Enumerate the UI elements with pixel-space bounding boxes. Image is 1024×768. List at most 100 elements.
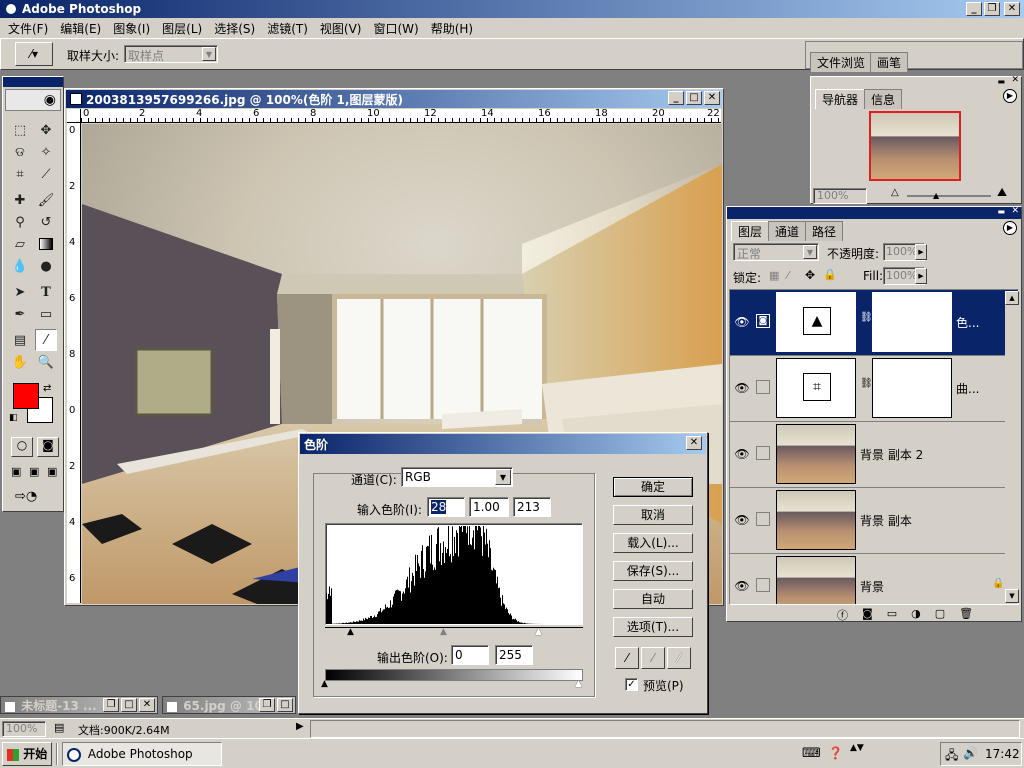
- sample-size-select[interactable]: 取样点 ▼: [124, 45, 218, 63]
- screen-mode-standard-icon[interactable]: ▣: [11, 465, 21, 478]
- eyedropper-tool-preset[interactable]: ⁄▾: [15, 42, 53, 66]
- menu-image[interactable]: 图象(I): [107, 18, 156, 39]
- start-button[interactable]: 开始: [2, 742, 52, 766]
- preview-checkbox[interactable]: ✓: [625, 678, 638, 691]
- layer-row-background-copy[interactable]: 👁 背景 副本: [730, 488, 1018, 554]
- navigator-preview[interactable]: [869, 111, 961, 181]
- jump-to-imageready-icon[interactable]: ⇨◔: [15, 489, 37, 504]
- lasso-tool-icon[interactable]: ଡ: [9, 141, 31, 163]
- layer-link-cell[interactable]: [756, 446, 770, 460]
- minimized-doc-untitled[interactable]: 未标题-13 ... ❐ □ ✕: [0, 696, 158, 714]
- navigator-minimize-icon[interactable]: ▬: [997, 77, 1005, 86]
- shape-tool-icon[interactable]: ▭: [35, 303, 57, 325]
- tab-brushes[interactable]: 画笔: [870, 52, 909, 72]
- white-eyedropper-button[interactable]: ⁄: [667, 647, 691, 669]
- auto-button[interactable]: 自动: [613, 589, 693, 609]
- output-white-slider[interactable]: ▲: [575, 679, 582, 689]
- layer-style-icon[interactable]: ⓕ: [837, 607, 848, 623]
- close-button[interactable]: ✕: [1004, 2, 1020, 16]
- document-minimize-button[interactable]: _: [668, 91, 684, 105]
- marquee-tool-icon[interactable]: ⬚: [9, 119, 31, 141]
- levels-dialog-close-button[interactable]: ✕: [686, 436, 702, 450]
- lock-move-icon[interactable]: ✥: [805, 268, 815, 282]
- document-maximize-button[interactable]: □: [686, 91, 702, 105]
- input-gamma-slider[interactable]: ▲: [440, 627, 447, 637]
- preview-label[interactable]: 预览(P): [643, 677, 684, 694]
- tab-navigator[interactable]: 导航器: [815, 89, 866, 109]
- vertical-ruler[interactable]: 0 2 4 6 8 0 2 4 6: [67, 123, 81, 603]
- delete-layer-icon[interactable]: 🗑: [959, 607, 973, 623]
- zoom-out-icon[interactable]: △: [891, 187, 899, 198]
- menu-help[interactable]: 帮助(H): [425, 18, 479, 39]
- foreground-color-swatch[interactable]: [13, 383, 39, 409]
- eraser-tool-icon[interactable]: ▱: [9, 233, 31, 255]
- gray-eyedropper-button[interactable]: ⁄: [641, 647, 665, 669]
- pen-tool-icon[interactable]: ✒: [9, 303, 31, 325]
- layer-link-cell[interactable]: ◙: [756, 314, 770, 328]
- status-zoom-field[interactable]: 100%: [2, 721, 46, 737]
- zoom-tool-icon[interactable]: 🔍: [35, 351, 57, 373]
- horizontal-ruler[interactable]: 0 2 4 6 8 10 12 14 16 18 20 22: [81, 109, 721, 123]
- eye-icon[interactable]: 👁: [732, 444, 752, 464]
- mask-link-icon[interactable]: ⛓: [860, 378, 873, 389]
- layers-close-icon[interactable]: ✕: [1011, 206, 1019, 216]
- quick-mask-mode-icon[interactable]: ◙: [37, 437, 59, 457]
- status-menu-arrow-icon[interactable]: ▶: [296, 721, 304, 732]
- layer-row-curves[interactable]: 👁 ⌗ ⛓ 曲...: [730, 356, 1018, 422]
- menu-filter[interactable]: 滤镜(T): [261, 18, 314, 39]
- clone-stamp-tool-icon[interactable]: ⚲: [9, 211, 31, 233]
- eyedropper-tool-icon[interactable]: ⁄: [35, 329, 57, 351]
- eye-icon[interactable]: 👁: [732, 378, 752, 398]
- save-button[interactable]: 保存(S)...: [613, 561, 693, 581]
- scroll-up-icon[interactable]: ▲: [1005, 291, 1019, 305]
- input-black-field[interactable]: 28: [427, 497, 465, 517]
- maximize-icon[interactable]: □: [277, 698, 293, 712]
- blur-tool-icon[interactable]: 💧: [9, 255, 31, 277]
- layer-mask-thumbnail[interactable]: [872, 358, 952, 418]
- healing-brush-tool-icon[interactable]: ✚: [9, 189, 31, 211]
- black-eyedropper-button[interactable]: ⁄: [615, 647, 639, 669]
- brush-tool-icon[interactable]: 🖌: [35, 189, 57, 211]
- lock-all-icon[interactable]: 🔒: [823, 268, 837, 281]
- keyboard-icon[interactable]: ⌨: [802, 746, 821, 761]
- tray-expand-icon[interactable]: ▲▼: [850, 743, 864, 753]
- standard-mode-icon[interactable]: ○: [11, 437, 33, 457]
- dodge-tool-icon[interactable]: ●: [35, 255, 57, 277]
- type-tool-icon[interactable]: T: [35, 281, 57, 303]
- tab-file-browser[interactable]: 文件浏览: [810, 52, 873, 72]
- load-button[interactable]: 载入(L)...: [613, 533, 693, 553]
- layer-row-background-copy-2[interactable]: 👁 背景 副本 2: [730, 422, 1018, 488]
- output-black-slider[interactable]: ▲: [321, 679, 328, 689]
- crop-tool-icon[interactable]: ⌗: [9, 163, 31, 185]
- options-button[interactable]: 选项(T)...: [613, 617, 693, 637]
- add-mask-icon[interactable]: ◙: [862, 607, 873, 623]
- navigator-close-icon[interactable]: ✕: [1011, 75, 1019, 85]
- output-black-field[interactable]: 0: [451, 645, 489, 665]
- new-adjustment-layer-icon[interactable]: ◑: [911, 607, 921, 623]
- new-group-icon[interactable]: ▭: [887, 607, 897, 623]
- menu-file[interactable]: 文件(F): [2, 18, 54, 39]
- volume-icon[interactable]: 🔊: [963, 746, 978, 760]
- layer-row-background[interactable]: 👁 背景 🔒: [730, 554, 1018, 604]
- menu-layer[interactable]: 图层(L): [156, 18, 208, 39]
- restore-icon[interactable]: ❐: [259, 698, 275, 712]
- history-brush-tool-icon[interactable]: ↺: [35, 211, 57, 233]
- eye-icon[interactable]: 👁: [732, 312, 752, 332]
- cancel-button[interactable]: 取消: [613, 505, 693, 525]
- eye-icon[interactable]: 👁: [732, 510, 752, 530]
- minimized-doc-65[interactable]: 65.jpg @ 10... ❐ □: [162, 696, 296, 714]
- notes-tool-icon[interactable]: ▤: [9, 329, 31, 351]
- menu-edit[interactable]: 编辑(E): [54, 18, 107, 39]
- panel-menu-arrow-icon[interactable]: ▶: [1003, 89, 1017, 103]
- tab-info[interactable]: 信息: [864, 89, 903, 109]
- lock-brush-icon[interactable]: ⁄: [787, 269, 789, 282]
- move-tool-icon[interactable]: ✥: [35, 119, 57, 141]
- panel-menu-arrow-icon[interactable]: ▶: [1003, 221, 1017, 235]
- minimize-button[interactable]: _: [966, 2, 982, 16]
- close-icon[interactable]: ✕: [139, 698, 155, 712]
- zoom-slider[interactable]: [907, 195, 991, 197]
- screen-mode-full-menu-icon[interactable]: ▣: [29, 465, 39, 478]
- mask-link-icon[interactable]: ⛓: [860, 312, 873, 323]
- layer-link-cell[interactable]: [756, 380, 770, 394]
- zoom-in-icon[interactable]: ⛰: [997, 185, 1007, 200]
